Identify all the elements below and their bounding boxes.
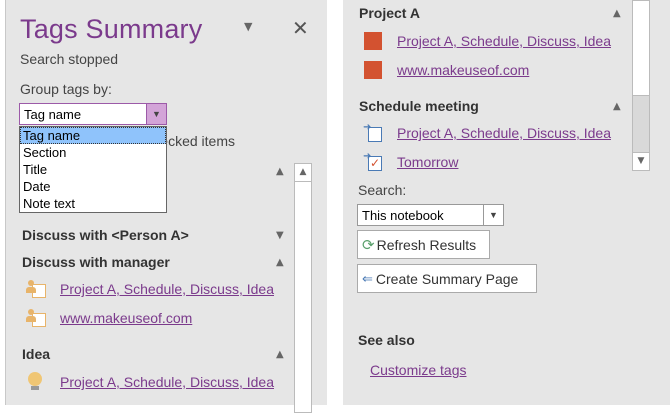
scroll-up-icon[interactable]: ▲ — [295, 164, 311, 182]
group-header[interactable]: Project A — [359, 5, 420, 21]
group-header[interactable]: Discuss with <Person A> — [22, 227, 189, 243]
chevron-down-icon[interactable]: ▼ — [483, 205, 503, 225]
tag-item-link[interactable]: www.makeuseof.com — [397, 62, 529, 78]
search-status: Search stopped — [20, 51, 118, 67]
scrollbar[interactable]: ▲ — [294, 163, 312, 413]
summary-page-icon: ⇐ — [362, 271, 373, 287]
scroll-thumb[interactable] — [633, 1, 649, 96]
option-title[interactable]: Title — [20, 161, 166, 178]
search-scope-select[interactable]: This notebook ▼ — [357, 204, 504, 226]
option-section[interactable]: Section — [20, 144, 166, 161]
important-tag-icon — [364, 32, 382, 50]
chevron-up-icon[interactable]: ▲ — [276, 166, 284, 177]
tag-item-link[interactable]: Project A, Schedule, Discuss, Idea — [397, 33, 611, 49]
search-scope-value: This notebook — [362, 208, 444, 223]
chevron-up-icon[interactable]: ▲ — [276, 257, 284, 268]
chevron-down-icon[interactable]: ▼ — [276, 230, 284, 241]
create-summary-page-label: Create Summary Page — [376, 271, 518, 287]
chevron-up-icon[interactable]: ▲ — [613, 101, 621, 112]
group-by-options: Tag name Section Title Date Note text — [19, 126, 167, 213]
group-header[interactable]: Discuss with manager — [22, 254, 170, 270]
schedule-task-icon: ➜ — [363, 122, 383, 142]
refresh-results-label: Refresh Results — [377, 237, 477, 253]
customize-tags-link[interactable]: Customize tags — [370, 362, 466, 378]
close-icon[interactable]: ✕ — [292, 16, 309, 40]
lightbulb-icon — [28, 372, 42, 390]
scrollbar[interactable]: ▼ — [632, 0, 650, 171]
search-scope-label: Search: — [358, 182, 406, 198]
option-tag-name[interactable]: Tag name — [20, 127, 166, 144]
scroll-down-icon[interactable]: ▼ — [633, 152, 649, 170]
group-by-label: Group tags by: — [20, 81, 112, 97]
tag-item-link[interactable]: Project A, Schedule, Discuss, Idea — [60, 374, 274, 390]
pane-menu-icon[interactable]: ▼ — [244, 20, 252, 33]
schedule-task-done-icon: ✓➜ — [363, 151, 383, 171]
tag-item-link[interactable]: Tomorrow — [397, 154, 458, 170]
create-summary-page-button[interactable]: ⇐ Create Summary Page — [357, 264, 537, 293]
group-header[interactable]: Schedule meeting — [359, 98, 479, 114]
refresh-results-button[interactable]: ⟳ Refresh Results — [357, 230, 490, 259]
group-header[interactable]: Idea — [22, 346, 50, 362]
group-by-select[interactable]: Tag name ▼ — [19, 103, 167, 125]
chevron-down-icon[interactable]: ▼ — [146, 104, 166, 124]
see-also-heading: See also — [358, 332, 415, 348]
option-date[interactable]: Date — [20, 178, 166, 195]
chevron-up-icon[interactable]: ▲ — [613, 8, 621, 19]
option-note-text[interactable]: Note text — [20, 195, 166, 212]
chevron-up-icon[interactable]: ▲ — [276, 349, 284, 360]
tags-summary-pane-scrolled: Project A ▲ Project A, Schedule, Discuss… — [343, 0, 670, 405]
tag-item-link[interactable]: Project A, Schedule, Discuss, Idea — [397, 125, 611, 141]
tags-summary-pane: Tags Summary ▼ ✕ Search stopped Group ta… — [5, 0, 327, 405]
important-tag-icon — [364, 61, 382, 79]
tag-item-link[interactable]: Project A, Schedule, Discuss, Idea — [60, 281, 274, 297]
group-by-value: Tag name — [24, 107, 81, 122]
tag-item-link[interactable]: www.makeuseof.com — [60, 310, 192, 326]
pane-title: Tags Summary — [20, 14, 202, 45]
refresh-icon: ⟳ — [362, 236, 375, 254]
